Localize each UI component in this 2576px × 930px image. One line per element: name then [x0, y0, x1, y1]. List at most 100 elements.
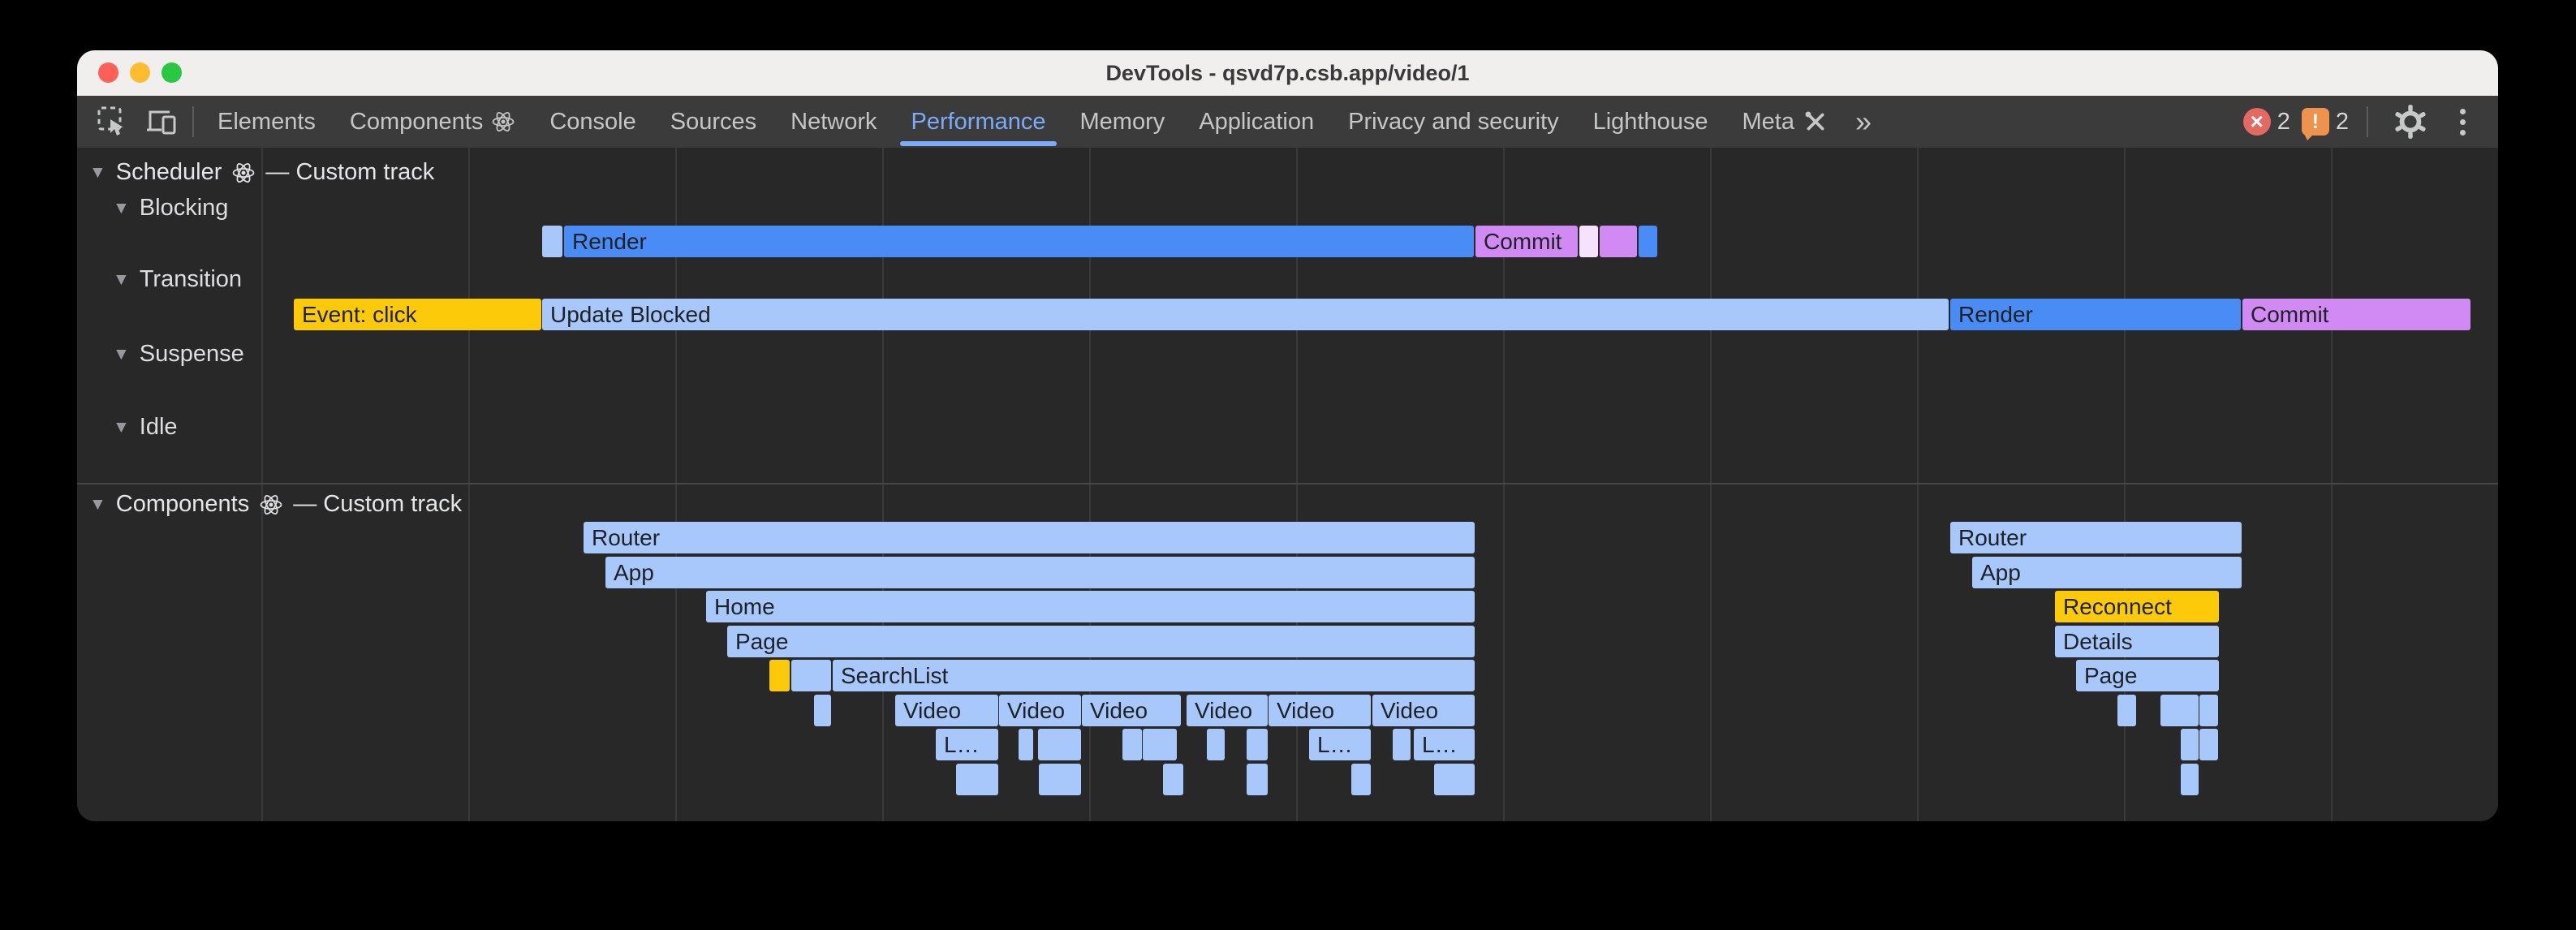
- toolbar-divider: [192, 106, 194, 137]
- devtools-toolbar: Elements Components ConsoleSourcesNetwork…: [77, 96, 2498, 148]
- collapse-triangle-icon: ▼: [113, 345, 130, 364]
- more-tabs-icon[interactable]: »: [1846, 105, 1881, 139]
- minimize-window-button[interactable]: [130, 62, 150, 83]
- tab-elements[interactable]: Elements: [200, 96, 333, 148]
- flame-bar-render[interactable]: Render: [564, 226, 1474, 257]
- flame-bar-commit[interactable]: Commit: [1475, 226, 1578, 257]
- react-atom-icon: [259, 493, 283, 517]
- flame-bar[interactable]: [1393, 729, 1411, 760]
- flame-bar[interactable]: [2181, 729, 2199, 760]
- collapse-triangle-icon: ▼: [113, 270, 130, 290]
- flame-bar-app[interactable]: App: [1972, 557, 2242, 588]
- flame-bar[interactable]: [1163, 764, 1183, 795]
- flame-bar-router[interactable]: Router: [1950, 522, 2242, 553]
- flame-bar[interactable]: [1639, 226, 1657, 257]
- lane-blocking[interactable]: ▼ Blocking: [113, 195, 228, 222]
- flame-bar-page[interactable]: Page: [727, 626, 1475, 657]
- flame-bar-details[interactable]: Details: [2055, 626, 2219, 657]
- react-atom-icon: [231, 161, 256, 185]
- flame-bar[interactable]: [1600, 226, 1637, 257]
- tab-console[interactable]: Console: [532, 96, 653, 148]
- tab-meta[interactable]: Meta: [1725, 96, 1846, 148]
- components-track-header[interactable]: ▼ Components — Custom track: [89, 491, 462, 518]
- flame-bar-reconnect[interactable]: Reconnect: [2055, 591, 2219, 622]
- lane-suspense[interactable]: ▼ Suspense: [113, 341, 244, 368]
- title-bar: DevTools - qsvd7p.csb.app/video/1: [77, 50, 2498, 96]
- error-icon: ×: [2243, 108, 2271, 136]
- flame-bar-video[interactable]: Video: [895, 695, 998, 726]
- inspect-element-icon[interactable]: [88, 96, 137, 148]
- flame-bar-l[interactable]: L…: [1309, 729, 1371, 760]
- lane-idle[interactable]: ▼ Idle: [113, 414, 178, 441]
- flame-bars: RenderCommitEvent: clickUpdate BlockedRe…: [77, 148, 2498, 821]
- performance-flame-chart: ▼ Scheduler — Custom track ▼ Blocking ▼ …: [77, 148, 2498, 821]
- flame-bar[interactable]: [1351, 764, 1371, 795]
- flame-bar[interactable]: [1039, 764, 1081, 795]
- flame-bar-video[interactable]: Video: [1187, 695, 1268, 726]
- flame-bar[interactable]: [2117, 695, 2136, 726]
- flame-bar[interactable]: [2160, 695, 2199, 726]
- zoom-window-button[interactable]: [162, 62, 182, 83]
- flame-bar[interactable]: [1579, 226, 1598, 257]
- flame-bar-video[interactable]: Video: [1269, 695, 1371, 726]
- tab-performance[interactable]: Performance: [894, 96, 1062, 148]
- flame-bar-app[interactable]: App: [605, 557, 1475, 588]
- flame-bar-video[interactable]: Video: [1082, 695, 1181, 726]
- flame-bar[interactable]: [1247, 764, 1268, 795]
- tab-label: Application: [1199, 109, 1314, 136]
- flame-bar[interactable]: [542, 226, 562, 257]
- error-badge[interactable]: × 2: [2243, 108, 2290, 136]
- flame-bar-commit[interactable]: Commit: [2242, 299, 2470, 330]
- tab-label: Components: [350, 109, 483, 136]
- flame-bar[interactable]: [791, 660, 831, 691]
- tab-lighthouse[interactable]: Lighthouse: [1576, 96, 1725, 148]
- flame-bar[interactable]: [814, 695, 831, 726]
- window-controls: [98, 62, 182, 83]
- flame-bar-searchlist[interactable]: SearchList: [833, 660, 1475, 691]
- close-window-button[interactable]: [98, 62, 118, 83]
- tab-application[interactable]: Application: [1182, 96, 1331, 148]
- tab-components[interactable]: Components: [333, 96, 532, 148]
- flame-bar-video[interactable]: Video: [999, 695, 1081, 726]
- flame-bar[interactable]: [2181, 764, 2199, 795]
- flame-bar[interactable]: [1038, 729, 1081, 760]
- tab-label: Memory: [1080, 109, 1165, 136]
- collapse-triangle-icon: ▼: [89, 495, 106, 515]
- tab-sources[interactable]: Sources: [653, 96, 773, 148]
- scheduler-track-header[interactable]: ▼ Scheduler — Custom track: [89, 159, 434, 186]
- flame-bar[interactable]: [2199, 695, 2218, 726]
- flame-bar-l[interactable]: L…: [1414, 729, 1475, 760]
- flame-bar-update-blocked[interactable]: Update Blocked: [542, 299, 1949, 330]
- flame-bar[interactable]: [1019, 729, 1033, 760]
- flame-bar-router[interactable]: Router: [584, 522, 1475, 553]
- flame-bar[interactable]: [1247, 729, 1268, 760]
- flame-bar[interactable]: [1143, 729, 1177, 760]
- flame-bar[interactable]: [1434, 764, 1475, 795]
- flame-bar-video[interactable]: Video: [1372, 695, 1475, 726]
- flame-bar[interactable]: [956, 764, 998, 795]
- flame-bar[interactable]: [1207, 729, 1225, 760]
- devtools-window: DevTools - qsvd7p.csb.app/video/1 Elemen…: [77, 50, 2498, 821]
- more-options-icon[interactable]: [2446, 109, 2479, 136]
- flame-bar[interactable]: [769, 660, 790, 691]
- flame-bar[interactable]: [2199, 729, 2218, 760]
- flame-bar-l[interactable]: L…: [936, 729, 998, 760]
- flame-bar[interactable]: [1122, 729, 1142, 760]
- issues-badge[interactable]: ! 2: [2302, 108, 2349, 136]
- flame-bar-render[interactable]: Render: [1950, 299, 2241, 330]
- tab-network[interactable]: Network: [773, 96, 894, 148]
- tab-memory[interactable]: Memory: [1063, 96, 1182, 148]
- react-atom-icon: [491, 110, 515, 134]
- tab-privacy-and-security[interactable]: Privacy and security: [1331, 96, 1576, 148]
- lane-transition[interactable]: ▼ Transition: [113, 266, 242, 293]
- flame-bar-home[interactable]: Home: [706, 591, 1475, 622]
- tab-label: Lighthouse: [1593, 109, 1708, 136]
- flame-bar-page[interactable]: Page: [2076, 660, 2219, 691]
- track-title: Components: [116, 491, 249, 518]
- collapse-triangle-icon: ▼: [113, 418, 130, 437]
- flame-bar-event-click[interactable]: Event: click: [294, 299, 541, 330]
- lane-label: Idle: [140, 414, 178, 441]
- device-toolbar-icon[interactable]: [137, 96, 186, 148]
- settings-gear-icon[interactable]: [2386, 96, 2435, 148]
- toolbar-right-cluster: × 2 ! 2: [2243, 96, 2479, 148]
